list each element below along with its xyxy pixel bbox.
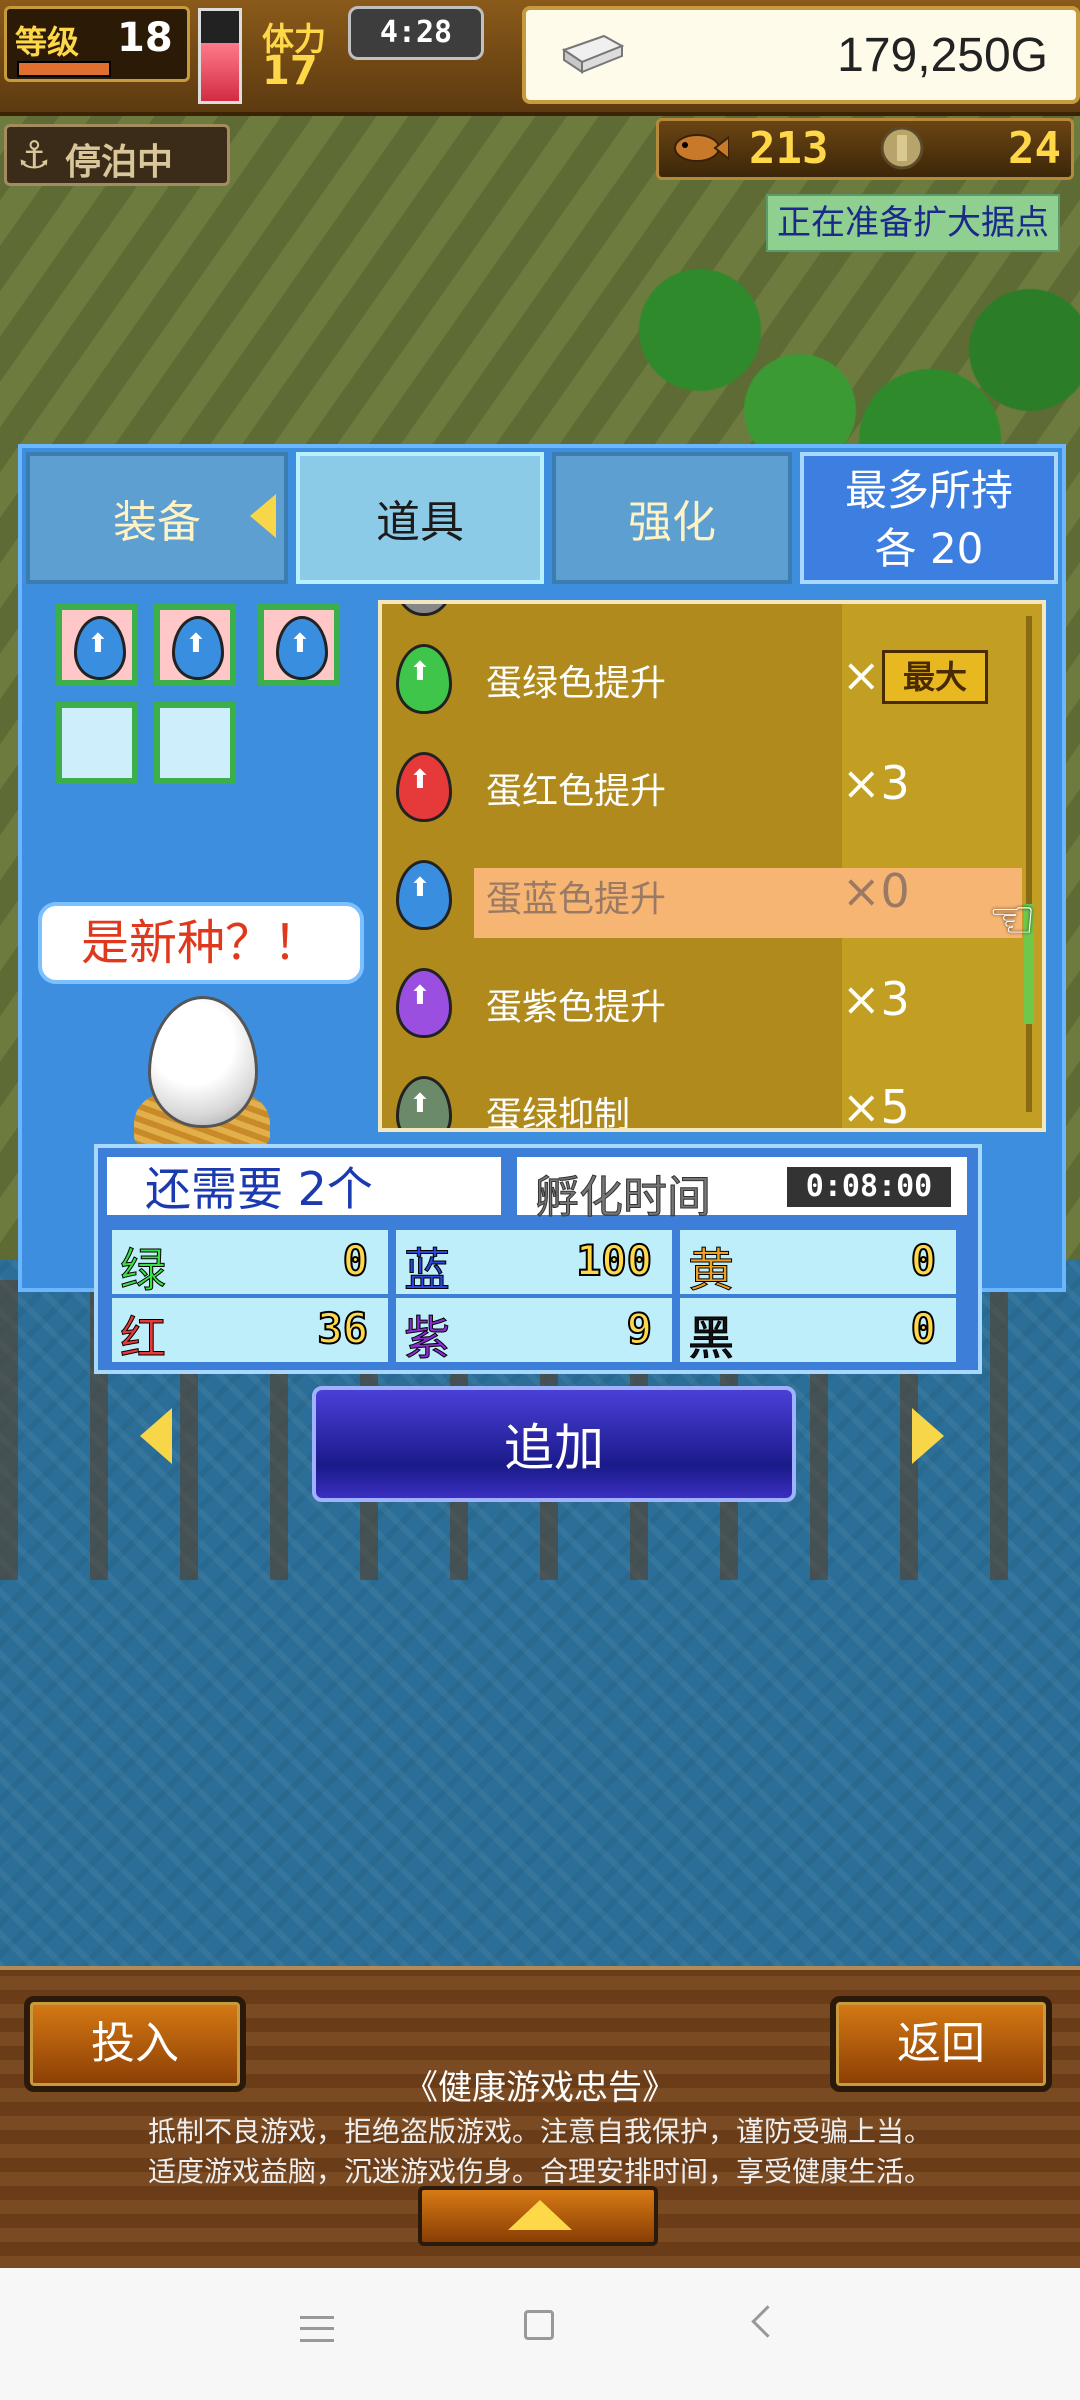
scrollbar-track[interactable] xyxy=(1026,616,1032,1112)
item-name: 蛋绿抑制 xyxy=(486,1095,631,1132)
max-hold-info: 最多所持 各 20 xyxy=(800,452,1058,584)
back-icon[interactable] xyxy=(751,2305,784,2338)
egg-slot[interactable] xyxy=(258,604,340,686)
speech-bubble: 是新种？！ xyxy=(38,902,364,984)
menu-icon[interactable] xyxy=(300,2316,334,2342)
list-item-purple-up[interactable]: 蛋紫色提升 ×3 xyxy=(382,956,1022,1048)
hp-gauge xyxy=(198,8,242,104)
egg-slot-empty[interactable] xyxy=(56,702,138,784)
blue-egg-icon xyxy=(74,616,126,680)
item-name: 蛋绿色提升 xyxy=(486,663,667,704)
item-qty: ×5 xyxy=(842,1080,910,1132)
eggs-needed: 还需要 2个 xyxy=(104,1154,504,1218)
docked-status[interactable]: ⚓ 停泊中 xyxy=(4,124,230,186)
resource-box: 213 24 xyxy=(656,118,1074,180)
egg-slot[interactable] xyxy=(56,604,138,686)
stat-red: 红 36 xyxy=(112,1298,388,1366)
fish-icon xyxy=(674,134,729,162)
incubator-info: 还需要 2个 孵化时间 0:08:00 绿 0 蓝 100 黄 0 红 36 紫… xyxy=(94,1144,982,1374)
pointer-hand-icon: ☜ xyxy=(988,888,1037,951)
red-egg-icon xyxy=(396,752,452,822)
gold-value: 179,250G xyxy=(837,29,1048,82)
anchor-icon: ⚓ xyxy=(17,133,52,177)
expansion-notice: 正在准备扩大据点 xyxy=(766,194,1060,252)
max-hold-line1: 最多所持 xyxy=(844,466,1013,515)
gold-box: 179,250G xyxy=(522,6,1080,104)
level-label: 等级 xyxy=(15,23,80,61)
stat-blue: 蓝 100 xyxy=(396,1230,672,1298)
system-nav-bar xyxy=(0,2268,1080,2400)
health-advice-title: 《健康游戏忠告》 xyxy=(404,2068,676,2108)
fish-count: 213 xyxy=(749,123,829,174)
tab-items[interactable]: 道具 xyxy=(296,452,544,584)
stat-green: 绿 0 xyxy=(112,1230,388,1298)
docked-label: 停泊中 xyxy=(65,142,174,183)
item-qty-prefix: × xyxy=(842,648,881,702)
home-icon[interactable] xyxy=(524,2310,554,2340)
item-qty: ×3 xyxy=(842,756,910,810)
hatch-time-label: 孵化时间 xyxy=(535,1172,712,1224)
item-name: 蛋紫色提升 xyxy=(486,987,667,1028)
max-badge: 最大 xyxy=(882,650,988,704)
tab-prev-arrow-icon[interactable] xyxy=(250,494,276,538)
stamina-value: 17 xyxy=(262,48,318,94)
health-advice-line: 适度游戏益脑，沉迷游戏伤身。合理安排时间，享受健康生活。 xyxy=(147,2155,932,2188)
list-item-blue-up-selected[interactable]: 蛋蓝色提升 ×0 xyxy=(382,848,1022,940)
clock: 4:28 xyxy=(348,6,484,60)
tab-equipment[interactable]: 装备 xyxy=(26,452,288,584)
bottom-bar: 投入 返回 《健康游戏忠告》 抵制不良游戏，拒绝盗版游戏。注意自我保护，谨防受骗… xyxy=(0,1966,1080,2270)
tab-enhance[interactable]: 强化 xyxy=(552,452,792,584)
list-item-red-up[interactable]: 蛋红色提升 ×3 xyxy=(382,740,1022,832)
silver-bar-icon xyxy=(561,34,625,74)
item-qty: ×0 xyxy=(842,864,910,918)
stat-purple: 紫 9 xyxy=(396,1298,672,1366)
up-arrow-icon xyxy=(508,2200,572,2230)
item-qty: ×3 xyxy=(842,972,910,1026)
blue-egg-icon xyxy=(172,616,224,680)
max-hold-line2: 各 20 xyxy=(874,524,984,573)
item-name: 蛋蓝色提升 xyxy=(486,879,667,920)
blue-egg-icon xyxy=(276,616,328,680)
next-page-arrow-icon[interactable] xyxy=(912,1408,944,1464)
hatching-egg xyxy=(148,996,258,1128)
green-egg-icon xyxy=(396,1076,452,1128)
add-button[interactable]: 追加 xyxy=(312,1386,796,1502)
hatch-time-box: 孵化时间 0:08:00 xyxy=(514,1154,970,1224)
health-advice-line: 抵制不良游戏，拒绝盗版游戏。注意自我保护，谨防受骗上当。 xyxy=(147,2115,932,2148)
list-item-green-suppress[interactable]: 蛋绿抑制 ×5 xyxy=(382,1064,1022,1132)
level-value: 18 xyxy=(117,15,173,61)
level-exp-bar xyxy=(17,61,111,77)
blue-egg-icon xyxy=(396,860,452,930)
egg-slot[interactable] xyxy=(154,604,236,686)
expand-menu-button[interactable] xyxy=(418,2186,658,2246)
egg-slot-empty[interactable] xyxy=(154,702,236,784)
item-list[interactable]: 蛋绿色提升 × 最大 蛋红色提升 ×3 蛋蓝色提升 ×0 蛋紫色提升 ×3 蛋绿… xyxy=(378,600,1046,1132)
stat-yellow: 黄 0 xyxy=(680,1230,956,1298)
level-box: 等级 18 xyxy=(4,6,190,82)
item-name: 蛋红色提升 xyxy=(486,771,667,812)
prev-page-arrow-icon[interactable] xyxy=(140,1408,172,1464)
list-item-green-up[interactable]: 蛋绿色提升 × 最大 xyxy=(382,632,1022,724)
medal-icon xyxy=(880,126,924,170)
hatch-time-value: 0:08:00 xyxy=(787,1167,951,1207)
status-bar: ⚓ 停泊中 213 24 xyxy=(0,112,1080,192)
stat-black: 黑 0 xyxy=(680,1298,956,1366)
purple-egg-icon xyxy=(396,968,452,1038)
green-egg-icon xyxy=(396,644,452,714)
egg-icon xyxy=(396,604,452,616)
top-hud: 等级 18 体力 17 4:28 179,250G xyxy=(0,0,1080,116)
list-item[interactable] xyxy=(382,604,1022,626)
medal-count: 24 xyxy=(1008,123,1061,174)
